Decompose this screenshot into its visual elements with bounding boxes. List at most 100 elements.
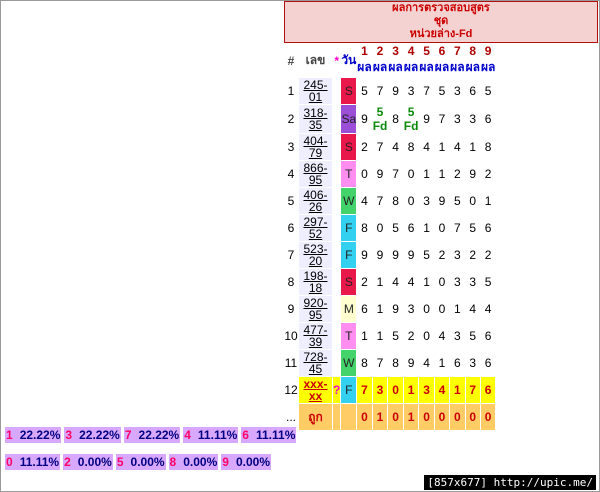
result-cell: 9 bbox=[388, 242, 403, 268]
result-cell: 9 bbox=[357, 242, 372, 268]
result-cell: 4 bbox=[419, 134, 434, 160]
stat-percent: 0.00% bbox=[183, 455, 218, 469]
result-cell: 0 bbox=[434, 215, 450, 241]
result-cell: 7 bbox=[419, 78, 434, 104]
row-code-part-2: 95 bbox=[308, 173, 323, 187]
correct-cell: 0 bbox=[419, 404, 434, 430]
result-cell: 5 Fd bbox=[372, 105, 388, 133]
row-index: 3 bbox=[284, 134, 298, 160]
result-cell: 7 bbox=[388, 161, 403, 187]
table-row: 10 477- 39 T 1 1 5 2 0 4 3 5 6 bbox=[284, 323, 496, 349]
row-code[interactable]: 728- 45 bbox=[299, 350, 332, 376]
table-row: 2 318- 35 Sa 9 5 Fd 8 5 Fd 9 7 3 3 6 bbox=[284, 105, 496, 133]
header-col-label: ผล bbox=[419, 60, 434, 74]
result-cell: 2 bbox=[465, 242, 480, 268]
row-index: 6 bbox=[284, 215, 298, 241]
row-index: 10 bbox=[284, 323, 298, 349]
header-star: * bbox=[333, 44, 341, 77]
result-cell: 5 Fd bbox=[403, 105, 419, 133]
result-cell: 5 bbox=[450, 188, 465, 214]
watermark: [857x677] http://upic.me/ bbox=[424, 475, 596, 490]
result-cell: 4 bbox=[419, 350, 434, 376]
header-code: เลข bbox=[299, 44, 332, 77]
result-cell: 1 bbox=[419, 161, 434, 187]
row-code-part-2: 52 bbox=[308, 227, 323, 241]
result-cell: 7 bbox=[372, 350, 388, 376]
result-cell: 2 bbox=[403, 323, 419, 349]
result-cell: 5 bbox=[434, 78, 450, 104]
result-cell: 2 bbox=[357, 134, 372, 160]
result-cell: 7 bbox=[434, 105, 450, 133]
header-col-label: ผล bbox=[372, 60, 388, 74]
result-cell: 1 bbox=[434, 350, 450, 376]
result-cell: 7 bbox=[465, 377, 480, 403]
result-cell: 8 bbox=[357, 350, 372, 376]
result-cell: 2 bbox=[434, 242, 450, 268]
stat-percent: 11.11% bbox=[197, 428, 238, 442]
stat-separator: = bbox=[248, 428, 256, 442]
result-cell: 4 bbox=[480, 296, 496, 322]
header-index: # bbox=[284, 44, 298, 77]
row-code[interactable]: 523- 20 bbox=[299, 242, 332, 268]
stats-row-1: 1=22.22% 3=22.22% 7=22.22% 4=11.11% 6=11.11% bbox=[5, 427, 299, 443]
result-cell: 8 bbox=[388, 188, 403, 214]
result-cell: 1 bbox=[434, 134, 450, 160]
row-star bbox=[333, 296, 341, 322]
header-col-4: 4 ผล bbox=[403, 44, 419, 77]
result-cell: 0 bbox=[372, 215, 388, 241]
stat-percent: 0.00% bbox=[130, 455, 165, 469]
stat-digit: 6 bbox=[242, 428, 249, 442]
result-cell: 2 bbox=[450, 161, 465, 187]
header-col-number: 1 bbox=[361, 44, 368, 58]
row-index: 1 bbox=[284, 78, 298, 104]
row-star bbox=[333, 161, 341, 187]
table-row: 3 404- 79 S 2 7 4 8 4 1 4 1 8 bbox=[284, 134, 496, 160]
row-index: 11 bbox=[284, 350, 298, 376]
result-cell: 3 bbox=[419, 188, 434, 214]
table-row: 9 920- 95 M 6 1 9 3 0 0 1 4 4 bbox=[284, 296, 496, 322]
row-day-badge: F bbox=[341, 242, 357, 268]
result-cell: 1 bbox=[372, 296, 388, 322]
row-code[interactable]: 297- 52 bbox=[299, 215, 332, 241]
result-cell: 0 bbox=[403, 188, 419, 214]
row-code[interactable]: 245- 01 bbox=[299, 78, 332, 104]
stat-separator: = bbox=[70, 455, 78, 469]
stat-item: 5=0.00% bbox=[115, 454, 166, 470]
result-cell: 8 bbox=[357, 215, 372, 241]
row-index: 2 bbox=[284, 105, 298, 133]
row-day bbox=[341, 404, 357, 430]
result-cell: 0 bbox=[357, 161, 372, 187]
result-cell: 5 bbox=[388, 215, 403, 241]
result-cell: 6 bbox=[357, 296, 372, 322]
row-code[interactable]: 920- 95 bbox=[299, 296, 332, 322]
row-code[interactable]: 866- 95 bbox=[299, 161, 332, 187]
row-day-badge: S bbox=[341, 134, 357, 160]
result-cell: 7 bbox=[372, 78, 388, 104]
result-cell: 4 bbox=[434, 323, 450, 349]
row-star bbox=[333, 350, 341, 376]
result-cell: 5 bbox=[480, 78, 496, 104]
result-cell: 5 bbox=[480, 269, 496, 295]
result-cell: 9 bbox=[419, 105, 434, 133]
result-cell: 3 bbox=[403, 296, 419, 322]
result-cell: 7 bbox=[357, 377, 372, 403]
result-cell: 1 bbox=[419, 215, 434, 241]
row-star bbox=[333, 404, 341, 430]
correct-label: ถูก bbox=[299, 404, 332, 430]
stat-digit: 9 bbox=[222, 455, 229, 469]
row-code[interactable]: 318- 35 bbox=[299, 105, 332, 133]
stat-percent: 0.00% bbox=[77, 455, 112, 469]
table-row-pending: 12 xxx-xx? F 7 3 0 1 3 4 1 7 6 bbox=[284, 377, 496, 403]
row-code-pending[interactable]: xxx-xx bbox=[299, 377, 332, 403]
correct-cell: 0 bbox=[465, 404, 480, 430]
stat-percent: 22.22% bbox=[138, 428, 180, 442]
table-row: 7 523- 20 F 9 9 9 9 5 2 3 2 2 bbox=[284, 242, 496, 268]
result-cell: 2 bbox=[480, 161, 496, 187]
row-day-badge: F bbox=[341, 377, 357, 403]
row-code[interactable]: 198- 18 bbox=[299, 269, 332, 295]
result-cell: 8 bbox=[388, 350, 403, 376]
stat-separator: = bbox=[131, 428, 139, 442]
row-code[interactable]: 406- 26 bbox=[299, 188, 332, 214]
row-code[interactable]: 404- 79 bbox=[299, 134, 332, 160]
row-code[interactable]: 477- 39 bbox=[299, 323, 332, 349]
